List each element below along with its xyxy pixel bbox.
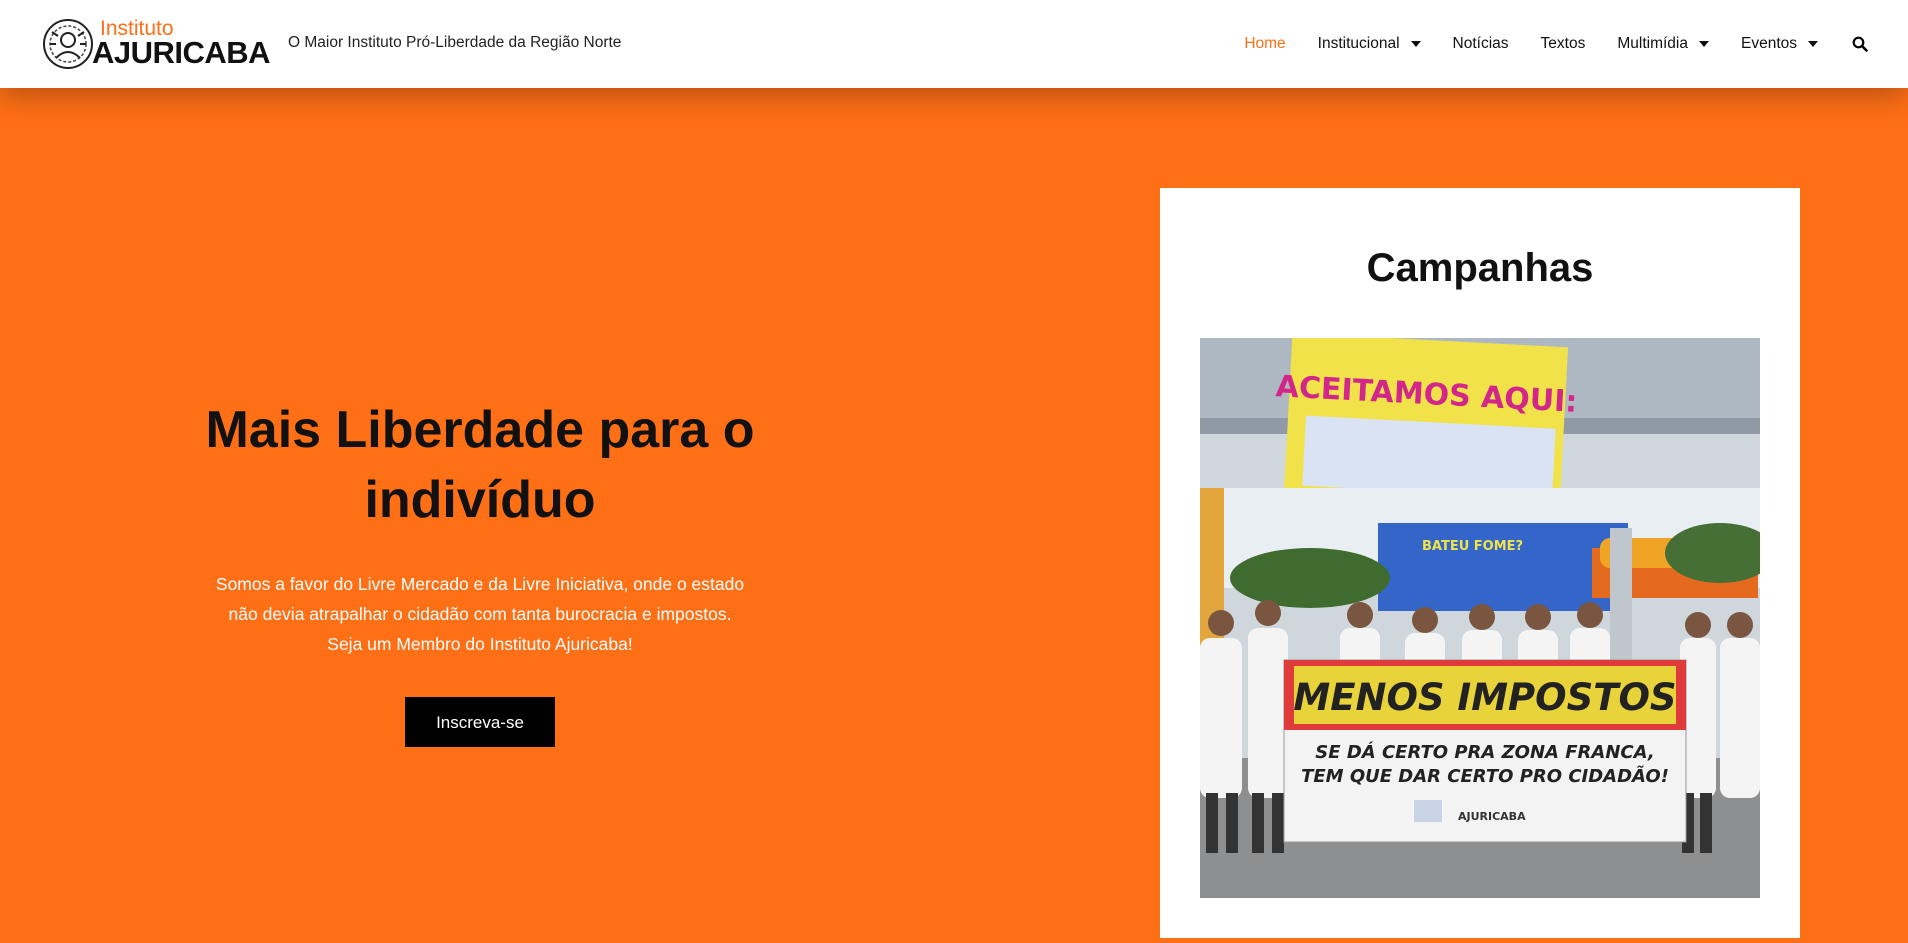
nav-item-institucional[interactable]: Institucional (1318, 35, 1421, 53)
banner-main-text: MENOS IMPOSTOS (1293, 676, 1676, 719)
campaigns-card: Campanhas ACEITAMOS AQUI: BATEU FOME? ME… (1160, 188, 1800, 938)
hero-title-line: Mais Liberdade para o (205, 401, 755, 459)
site-logo[interactable]: Instituto AJURICABA (40, 16, 271, 72)
banner-sub-text-1: SE DÁ CERTO PRA ZONA FRANCA, (1315, 741, 1654, 763)
caret-down-icon (1698, 41, 1709, 47)
nav-item-textos[interactable]: Textos (1541, 35, 1586, 53)
sign-text: BATEU FOME? (1422, 539, 1523, 554)
campaign-photo[interactable]: ACEITAMOS AQUI: BATEU FOME? MENOS IMPOST… (1200, 338, 1760, 898)
nav-item-noticias[interactable]: Notícias (1453, 35, 1509, 53)
nav-item-label: Institucional (1317, 35, 1400, 52)
logo-emblem-icon (43, 19, 93, 69)
nav-item-eventos[interactable]: Eventos (1741, 35, 1818, 53)
hero-description-line: Somos a favor do Livre Mercado e da Livr… (215, 574, 745, 594)
nav-item-label: Textos (1540, 35, 1586, 52)
search-icon[interactable] (1852, 36, 1868, 52)
nav-item-label: Home (1244, 35, 1286, 52)
site-header: Instituto AJURICABA O Maior Instituto Pr… (0, 0, 1908, 88)
caret-down-icon (1808, 41, 1818, 47)
hero-title-line: indivíduo (364, 471, 596, 529)
site-tagline: O Maior Instituto Pró-Liberdade da Regiã… (288, 34, 622, 51)
logo-text-big: AJURICABA (92, 35, 271, 70)
nav-item-label: Eventos (1740, 35, 1797, 52)
hero-description-line: não devia atrapalhar o cidadão com tanta… (228, 604, 732, 624)
campaign-photo-illustration: ACEITAMOS AQUI: BATEU FOME? MENOS IMPOST… (1200, 338, 1760, 898)
main-nav: Home Institucional Notícias Textos Multi… (1244, 0, 1868, 88)
caret-down-icon (1410, 41, 1421, 47)
nav-item-home[interactable]: Home (1244, 35, 1285, 53)
hero-description-line: Seja um Membro do Instituto Ajuricaba! (327, 634, 633, 654)
nav-item-label: Multimídia (1617, 35, 1688, 52)
nav-item-multimidia[interactable]: Multimídia (1617, 35, 1709, 53)
campaigns-title: Campanhas (1366, 246, 1594, 290)
banner-logo-text: AJURICABA (1458, 810, 1526, 823)
subscribe-button[interactable]: Inscreva-se (405, 697, 555, 747)
nav-item-label: Notícias (1452, 35, 1509, 52)
hero-section: Mais Liberdade para o indivíduo Somos a … (180, 395, 780, 747)
hero-description: Somos a favor do Livre Mercado e da Livr… (200, 569, 760, 659)
banner-sub-text-2: TEM QUE DAR CERTO PRO CIDADÃO! (1301, 764, 1669, 787)
hero-title: Mais Liberdade para o indivíduo (180, 395, 780, 535)
